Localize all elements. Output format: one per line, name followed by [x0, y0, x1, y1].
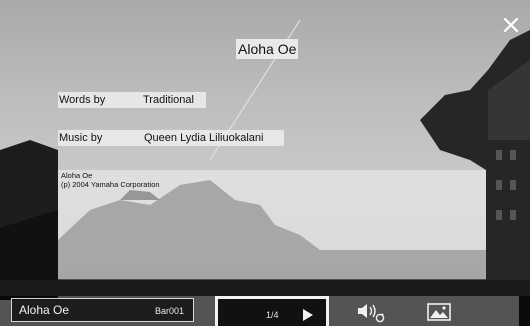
speaker-loop-icon[interactable] — [355, 301, 387, 323]
music-by-value: Queen Lydia Liliuokalani — [144, 132, 264, 144]
music-by-row: Music by Queen Lydia Liliuokalani — [58, 130, 284, 146]
words-by-label: Words by — [59, 94, 106, 106]
play-icon[interactable] — [302, 308, 314, 322]
lyrics-line: Aloha Oe — [61, 171, 93, 180]
song-name: Aloha Oe — [19, 303, 70, 317]
bar-edge — [519, 296, 530, 326]
bar-number: Bar001 — [154, 306, 184, 316]
image-icon[interactable] — [427, 302, 451, 322]
lyrics-screen: Aloha Oe Words by Traditional Music by Q… — [0, 0, 530, 326]
page-number: 1/4 — [266, 310, 279, 320]
words-by-value: Traditional — [143, 94, 194, 106]
song-title: Aloha Oe — [236, 39, 299, 59]
close-icon[interactable] — [500, 14, 522, 36]
song-name-box[interactable]: Aloha Oe Bar001 — [11, 298, 194, 322]
page-navigator[interactable]: 1/4 — [215, 296, 329, 326]
lyrics-text-area: Aloha Oe (p) 2004 Yamaha Corporation — [58, 170, 486, 279]
music-by-label: Music by — [59, 132, 103, 144]
lyrics-line: (p) 2004 Yamaha Corporation — [61, 180, 160, 189]
words-by-row: Words by Traditional — [58, 92, 206, 108]
